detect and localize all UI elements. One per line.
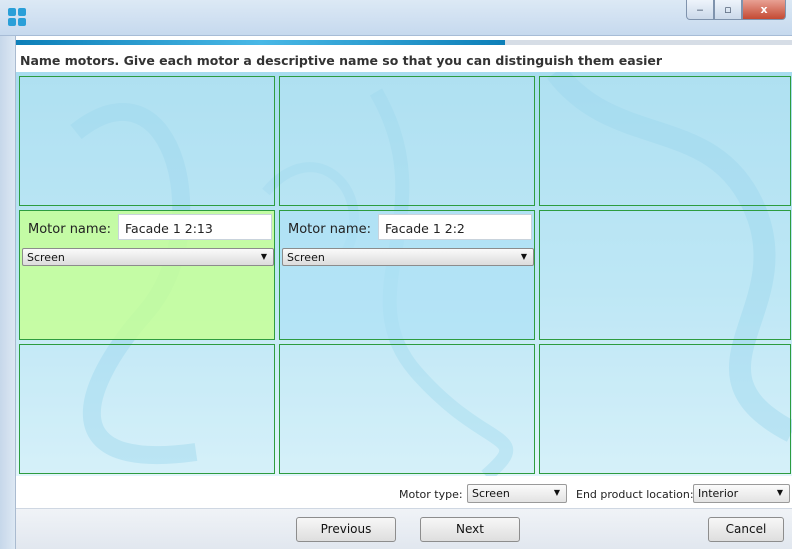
- motor-cell-empty[interactable]: [279, 344, 535, 474]
- app-icon: [8, 8, 26, 26]
- window-left-border: [0, 36, 16, 549]
- dropdown-arrow-icon: ▼: [260, 252, 267, 261]
- next-button[interactable]: Next: [420, 517, 520, 542]
- motor-options-row: Motor type: Screen ▼ End product locatio…: [16, 478, 792, 508]
- motor-cell[interactable]: Motor name: Facade 1 2:2 Screen ▼: [279, 210, 535, 340]
- maximize-button[interactable]: ▫: [714, 0, 742, 20]
- wizard-progress-bar: [16, 40, 792, 45]
- motor-cell-empty[interactable]: [279, 76, 535, 206]
- motor-cell-empty[interactable]: [539, 76, 791, 206]
- dropdown-arrow-icon: ▼: [776, 488, 783, 497]
- motor-name-input[interactable]: Facade 1 2:2: [378, 214, 532, 240]
- title-bar: ‒ ▫ x: [0, 0, 792, 36]
- window-controls: ‒ ▫ x: [686, 0, 786, 22]
- wizard-footer: Previous Next Cancel: [16, 508, 792, 549]
- motor-grid: Motor name: Facade 1 2:13 Screen ▼ Motor…: [16, 72, 792, 476]
- location-label: End product location:: [576, 488, 694, 501]
- motor-type-value: Screen: [27, 251, 65, 264]
- location-selected: Interior: [698, 487, 739, 500]
- motor-name-label: Motor name:: [288, 222, 371, 237]
- motor-cell-empty[interactable]: [539, 344, 791, 474]
- motor-cell-empty[interactable]: [19, 76, 275, 206]
- motor-type-dropdown[interactable]: Screen ▼: [282, 248, 534, 266]
- motor-type-label: Motor type:: [399, 488, 463, 501]
- motor-type-select[interactable]: Screen ▼: [467, 484, 567, 503]
- motor-cell-empty[interactable]: [19, 344, 275, 474]
- motor-cell-selected[interactable]: Motor name: Facade 1 2:13 Screen ▼: [19, 210, 275, 340]
- motor-name-input[interactable]: Facade 1 2:13: [118, 214, 272, 240]
- location-select[interactable]: Interior ▼: [693, 484, 790, 503]
- motor-type-dropdown[interactable]: Screen ▼: [22, 248, 274, 266]
- instruction-text: Name motors. Give each motor a descripti…: [20, 53, 663, 68]
- motor-name-label: Motor name:: [28, 222, 111, 237]
- motor-cell-empty[interactable]: [539, 210, 791, 340]
- progress-fill: [16, 40, 505, 45]
- motor-type-selected: Screen: [472, 487, 510, 500]
- close-button[interactable]: x: [742, 0, 786, 20]
- previous-button[interactable]: Previous: [296, 517, 396, 542]
- minimize-button[interactable]: ‒: [686, 0, 714, 20]
- motor-type-value: Screen: [287, 251, 325, 264]
- dropdown-arrow-icon: ▼: [553, 488, 560, 497]
- dropdown-arrow-icon: ▼: [520, 252, 527, 261]
- cancel-button[interactable]: Cancel: [708, 517, 784, 542]
